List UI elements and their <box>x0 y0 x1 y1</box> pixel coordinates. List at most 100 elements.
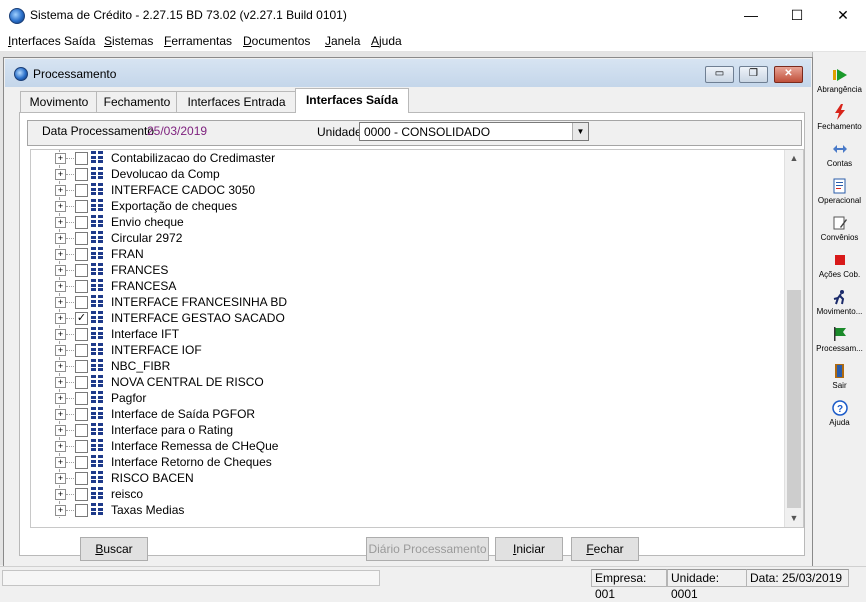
item-checkbox[interactable] <box>75 408 88 421</box>
tree-row[interactable]: + INTERFACE IOF <box>31 342 783 358</box>
item-checkbox[interactable] <box>75 184 88 197</box>
scroll-up-icon[interactable]: ▲ <box>785 150 803 167</box>
tree-row[interactable]: + Pagfor <box>31 390 783 406</box>
menu-janela[interactable]: Janela <box>325 34 360 48</box>
item-checkbox[interactable] <box>75 376 88 389</box>
item-checkbox[interactable] <box>75 392 88 405</box>
expand-icon[interactable]: + <box>55 393 66 404</box>
expand-icon[interactable]: + <box>55 281 66 292</box>
item-checkbox[interactable] <box>75 344 88 357</box>
item-checkbox[interactable] <box>75 296 88 309</box>
tree-row[interactable]: + Interface Remessa de CHeQue <box>31 438 783 454</box>
toolbar-contas-button[interactable]: Contas <box>813 138 866 175</box>
item-checkbox[interactable] <box>75 360 88 373</box>
expand-icon[interactable]: + <box>55 457 66 468</box>
item-checkbox[interactable] <box>75 456 88 469</box>
maximize-button[interactable]: ☐ <box>774 0 820 31</box>
expand-icon[interactable]: + <box>55 345 66 356</box>
toolbar-fechamento-button[interactable]: Fechamento <box>813 101 866 138</box>
tree-row[interactable]: + Taxas Medias <box>31 502 783 518</box>
toolbar-operacional-button[interactable]: Operacional <box>813 175 866 212</box>
scroll-thumb[interactable] <box>787 290 801 508</box>
tree-row[interactable]: + NBC_FIBR <box>31 358 783 374</box>
unit-select[interactable]: 0000 - CONSOLIDADO ▼ <box>359 122 589 141</box>
tree-row[interactable]: + Interface Retorno de Cheques <box>31 454 783 470</box>
item-checkbox[interactable] <box>75 440 88 453</box>
tree-row[interactable]: + INTERFACE CADOC 3050 <box>31 182 783 198</box>
tree-row[interactable]: + RISCO BACEN <box>31 470 783 486</box>
menu-interfaces-saida[interactable]: Interfaces Saída <box>8 34 95 48</box>
expand-icon[interactable]: + <box>55 297 66 308</box>
item-checkbox[interactable] <box>75 232 88 245</box>
expand-icon[interactable]: + <box>55 265 66 276</box>
dropdown-arrow-icon[interactable]: ▼ <box>572 123 588 140</box>
tree-row[interactable]: + FRAN <box>31 246 783 262</box>
item-checkbox[interactable] <box>75 216 88 229</box>
item-checkbox[interactable] <box>75 472 88 485</box>
expand-icon[interactable]: + <box>55 505 66 516</box>
toolbar-abrangencia-button[interactable]: Abrangência <box>813 64 866 101</box>
menu-sistemas[interactable]: Sistemas <box>104 34 153 48</box>
tree-row[interactable]: + FRANCESA <box>31 278 783 294</box>
item-checkbox[interactable]: ✓ <box>75 312 88 325</box>
tree-row[interactable]: + Devolucao da Comp <box>31 166 783 182</box>
toolbar-ajuda-button[interactable]: ? Ajuda <box>813 397 866 434</box>
expand-icon[interactable]: + <box>55 153 66 164</box>
child-close-button[interactable]: ✕ <box>774 66 803 83</box>
close-button[interactable]: ✕ <box>820 0 866 31</box>
tree-row[interactable]: + Envio cheque <box>31 214 783 230</box>
item-checkbox[interactable] <box>75 264 88 277</box>
minimize-button[interactable]: — <box>728 0 774 31</box>
tree-row[interactable]: + INTERFACE FRANCESINHA BD <box>31 294 783 310</box>
expand-icon[interactable]: + <box>55 233 66 244</box>
expand-icon[interactable]: + <box>55 409 66 420</box>
item-checkbox[interactable] <box>75 280 88 293</box>
tree-row[interactable]: + Interface IFT <box>31 326 783 342</box>
toolbar-sair-button[interactable]: Sair <box>813 360 866 397</box>
menu-documentos[interactable]: Documentos <box>243 34 310 48</box>
expand-icon[interactable]: + <box>55 377 66 388</box>
fechar-button[interactable]: Fechar <box>571 537 639 561</box>
tree-row[interactable]: + Exportação de cheques <box>31 198 783 214</box>
menu-ferramentas[interactable]: Ferramentas <box>164 34 232 48</box>
item-checkbox[interactable] <box>75 168 88 181</box>
child-restore-button[interactable]: ❐ <box>739 66 768 83</box>
tab-fechamento[interactable]: Fechamento <box>96 91 178 112</box>
tree-row[interactable]: + Contabilizacao do Credimaster <box>31 150 783 166</box>
item-checkbox[interactable] <box>75 248 88 261</box>
tab-interfaces-entrada[interactable]: Interfaces Entrada <box>176 91 297 112</box>
item-checkbox[interactable] <box>75 328 88 341</box>
expand-icon[interactable]: + <box>55 249 66 260</box>
scroll-down-icon[interactable]: ▼ <box>785 510 803 527</box>
expand-icon[interactable]: + <box>55 425 66 436</box>
menu-ajuda[interactable]: Ajuda <box>371 34 402 48</box>
toolbar-processamento-button[interactable]: Processam... <box>813 323 866 360</box>
expand-icon[interactable]: + <box>55 473 66 484</box>
vertical-scrollbar[interactable]: ▲ ▼ <box>784 150 803 527</box>
expand-icon[interactable]: + <box>55 441 66 452</box>
expand-icon[interactable]: + <box>55 217 66 228</box>
tree-row[interactable]: + reisco <box>31 486 783 502</box>
item-checkbox[interactable] <box>75 424 88 437</box>
item-checkbox[interactable] <box>75 504 88 517</box>
tree-row[interactable]: + Interface para o Rating <box>31 422 783 438</box>
toolbar-movimento-button[interactable]: Movimento... <box>813 286 866 323</box>
item-checkbox[interactable] <box>75 152 88 165</box>
tree-row[interactable]: + FRANCES <box>31 262 783 278</box>
toolbar-convenios-button[interactable]: Convênios <box>813 212 866 249</box>
tab-interfaces-saida[interactable]: Interfaces Saída <box>295 88 409 113</box>
expand-icon[interactable]: + <box>55 329 66 340</box>
toolbar-acoes-cob-button[interactable]: Ações Cob. <box>813 249 866 286</box>
diario-processamento-button[interactable]: Diário Processamento <box>366 537 489 561</box>
horizontal-scrollbar[interactable] <box>2 570 380 586</box>
buscar-button[interactable]: Buscar <box>80 537 148 561</box>
tab-movimento[interactable]: Movimento <box>20 91 98 112</box>
expand-icon[interactable]: + <box>55 201 66 212</box>
child-minimize-button[interactable]: ▭ <box>705 66 734 83</box>
expand-icon[interactable]: + <box>55 169 66 180</box>
tree-row[interactable]: + Interface de Saída PGFOR <box>31 406 783 422</box>
tree-row[interactable]: + NOVA CENTRAL DE RISCO <box>31 374 783 390</box>
iniciar-button[interactable]: Iniciar <box>495 537 563 561</box>
expand-icon[interactable]: + <box>55 185 66 196</box>
expand-icon[interactable]: + <box>55 489 66 500</box>
